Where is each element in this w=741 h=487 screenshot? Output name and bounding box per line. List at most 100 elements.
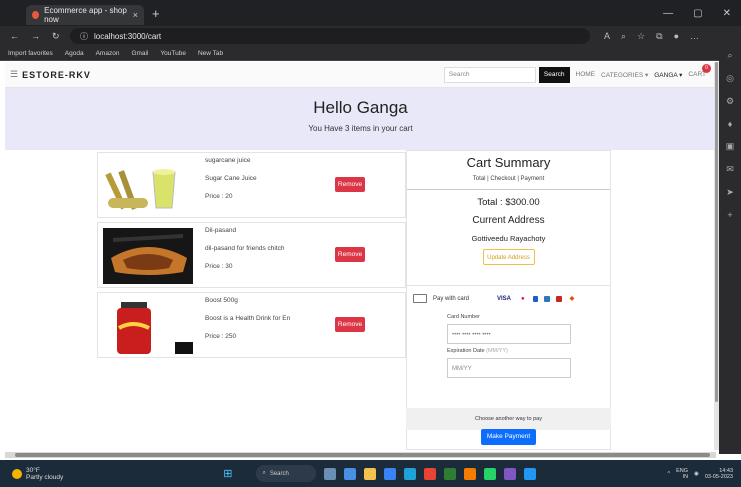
item-description: dil-pasand for friends chitch	[205, 245, 285, 252]
cart-items: sugarcane juice Sugar Cane Juice Price :…	[97, 152, 406, 362]
language[interactable]: ENG	[676, 468, 688, 474]
refresh-icon[interactable]: ↻	[52, 31, 60, 42]
visa-icon: VISA	[497, 295, 512, 302]
terminal-icon[interactable]	[504, 467, 517, 480]
favorite-import[interactable]: Import favorites	[8, 50, 53, 57]
favorite-gmail[interactable]: Gmail	[131, 50, 148, 57]
forward-icon[interactable]: →	[31, 31, 40, 42]
tab-close-icon[interactable]: ×	[133, 10, 138, 20]
remove-button[interactable]: Remove	[335, 247, 365, 262]
item-price: Price : 20	[205, 193, 233, 200]
tray-chevron-icon[interactable]: ^	[668, 471, 671, 477]
summary-title: Cart Summary	[466, 155, 551, 170]
zoom-icon[interactable]: ⌕	[621, 31, 626, 42]
item-name: sugarcane juice	[205, 157, 251, 164]
app-icon[interactable]	[444, 467, 457, 480]
new-tab-icon[interactable]: +	[152, 6, 160, 21]
nav-user[interactable]: GANGA ▾	[654, 71, 682, 79]
site-navbar: ☰ ESTORE-RKV Search Search HOME CATEGORI…	[5, 62, 716, 88]
edge-add-icon[interactable]: +	[727, 210, 732, 220]
back-icon[interactable]: ←	[10, 31, 19, 42]
favorite-youtube[interactable]: YouTube	[160, 50, 186, 57]
card-icon	[413, 294, 427, 303]
collections-icon[interactable]: ⧉	[656, 31, 662, 42]
firefox-icon[interactable]	[464, 467, 477, 480]
card-number-input[interactable]: •••• •••• •••• ••••	[447, 324, 571, 344]
cart-item: Boost 500g Boost is a Health Drink for E…	[97, 292, 406, 358]
wifi-icon[interactable]: ◉	[694, 471, 699, 477]
url-field[interactable]: ⓘ localhost:3000/cart	[70, 28, 590, 44]
profile-icon[interactable]: ●	[674, 31, 679, 42]
edge-send-icon[interactable]: ➤	[726, 187, 734, 198]
scroll-thumb[interactable]	[715, 62, 718, 402]
taskbar-search[interactable]: ⌕ Search	[256, 465, 317, 482]
windows-start-icon[interactable]: ⊞	[223, 467, 232, 480]
remove-button[interactable]: Remove	[335, 177, 365, 192]
card-number-label: Card Number	[447, 314, 481, 320]
nav-cart[interactable]: CART 0	[688, 64, 711, 78]
cart-item: sugarcane juice Sugar Cane Juice Price :…	[97, 152, 406, 218]
search-button[interactable]: Search	[538, 66, 570, 83]
chrome-icon[interactable]	[424, 467, 437, 480]
item-name: Dil-pasand	[205, 227, 237, 234]
web-page: ☰ ESTORE-RKV Search Search HOME CATEGORI…	[5, 62, 716, 450]
favorite-agoda[interactable]: Agoda	[65, 50, 84, 57]
weather-widget[interactable]: 30°F Partly cloudy	[0, 467, 63, 481]
search-input[interactable]: Search	[443, 66, 536, 83]
read-aloud-icon[interactable]: A	[604, 31, 610, 42]
browser-tabbar: Ecommerce app - shop now × + — ▢ ✕	[0, 0, 741, 26]
hscroll-thumb[interactable]	[15, 453, 710, 457]
edge-search-icon[interactable]: ⌕	[727, 50, 732, 61]
nav-home[interactable]: HOME	[576, 71, 596, 78]
cart-count-text: You Have 3 items in your cart	[308, 124, 413, 133]
task-view-icon[interactable]	[344, 467, 357, 480]
widgets-icon[interactable]	[324, 467, 337, 480]
choose-another-way-link[interactable]: Choose another way to pay	[406, 408, 611, 430]
whatsapp-icon[interactable]	[484, 467, 497, 480]
update-address-button[interactable]: Update Address	[482, 249, 535, 265]
make-payment-button[interactable]: Make Payment	[481, 429, 536, 445]
pay-with-card-label: Pay with card	[433, 295, 470, 302]
horizontal-scrollbar[interactable]	[5, 452, 716, 458]
minimize-icon[interactable]: —	[663, 8, 673, 19]
unionpay-icon	[556, 295, 562, 302]
cart-badge: 0	[702, 64, 711, 73]
edge-shopping-icon[interactable]: ◎	[726, 73, 734, 84]
brand-menu-icon: ☰	[10, 69, 19, 79]
brand-logo[interactable]: ESTORE-RKV	[22, 70, 91, 80]
divider	[407, 189, 610, 190]
url-text: localhost:3000/cart	[94, 31, 162, 41]
cart-hero: Hello Ganga You Have 3 items in your car…	[5, 88, 716, 150]
favorite-amazon[interactable]: Amazon	[96, 50, 120, 57]
edge-outlook-icon[interactable]: ✉	[726, 164, 734, 175]
maximize-icon[interactable]: ▢	[693, 8, 702, 19]
system-tray: ^ ENG IN ◉ 14:43 03-05-2023	[668, 468, 741, 480]
nav-categories[interactable]: CATEGORIES ▾	[601, 71, 648, 79]
item-price: Price : 250	[205, 333, 237, 340]
edge-icon[interactable]	[404, 467, 417, 480]
item-description: Boost is a Health Drink for En	[205, 315, 291, 322]
card-payment-form: Pay with card VISA ● ◆ Card Number •••• …	[407, 285, 610, 393]
remove-button[interactable]: Remove	[335, 317, 365, 332]
windows-taskbar: 30°F Partly cloudy ⊞ ⌕ Search ^ ENG IN ◉ 14…	[0, 460, 741, 487]
taskbar-apps	[324, 467, 537, 480]
favorite-star-icon[interactable]: ☆	[637, 31, 645, 42]
browser-tab[interactable]: Ecommerce app - shop now ×	[26, 5, 144, 25]
favorite-newtab[interactable]: New Tab	[198, 50, 223, 57]
vscode-icon[interactable]	[524, 467, 537, 480]
mastercard-icon: ●	[521, 295, 525, 302]
file-explorer-icon[interactable]	[364, 467, 377, 480]
tab-title: Ecommerce app - shop now	[44, 6, 127, 24]
close-window-icon[interactable]: ✕	[723, 8, 731, 19]
product-image-boost	[103, 298, 193, 354]
address-title: Current Address	[472, 215, 545, 226]
site-favicon-icon	[32, 11, 40, 19]
product-image-dilpasand	[103, 228, 193, 284]
menu-dots-icon[interactable]: …	[690, 31, 699, 42]
edge-tools-icon[interactable]: ⚙	[726, 96, 734, 107]
expiration-input[interactable]: MM/YY	[447, 358, 571, 378]
store-icon[interactable]	[384, 467, 397, 480]
edge-games-icon[interactable]: ♦	[728, 119, 733, 129]
edge-office-icon[interactable]: ▣	[726, 141, 735, 152]
discover-icon: ◆	[569, 296, 575, 302]
